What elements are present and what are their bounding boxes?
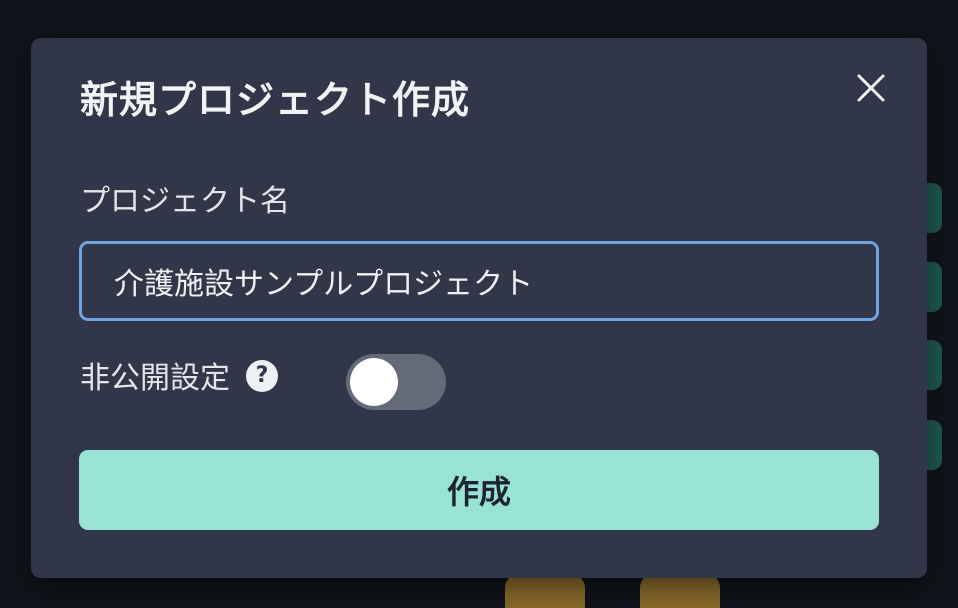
project-name-input[interactable] — [79, 241, 879, 321]
private-toggle[interactable] — [346, 354, 446, 410]
close-icon — [857, 74, 885, 102]
background-illustration — [505, 574, 585, 608]
new-project-dialog: 新規プロジェクト作成 プロジェクト名 非公開設定 ? 作成 — [31, 38, 927, 578]
toggle-knob — [350, 358, 398, 406]
project-name-label: プロジェクト名 — [80, 184, 290, 219]
create-button[interactable]: 作成 — [79, 450, 879, 530]
help-icon[interactable]: ? — [246, 360, 278, 392]
private-setting-label: 非公開設定 — [80, 361, 230, 396]
background-illustration — [640, 574, 720, 608]
dialog-title: 新規プロジェクト作成 — [80, 78, 471, 122]
close-button[interactable] — [851, 68, 891, 108]
